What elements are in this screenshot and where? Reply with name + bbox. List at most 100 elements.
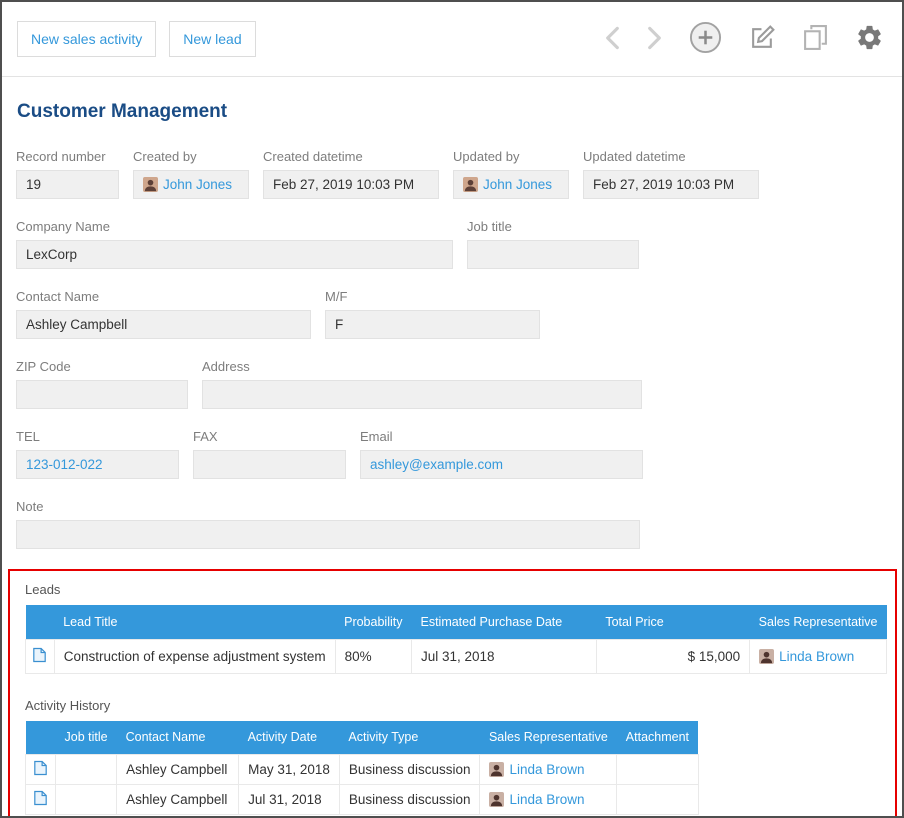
field-label: Created datetime: [263, 149, 439, 164]
leads-header-row: Lead Title Probability Estimated Purchas…: [26, 605, 887, 639]
field-label: Note: [16, 499, 640, 514]
lead-title-cell: Construction of expense adjustment syste…: [54, 639, 335, 673]
sales-rep-cell: Linda Brown: [480, 785, 617, 815]
field-row: Note: [16, 499, 888, 549]
copy-icon: [803, 24, 828, 54]
zip-code-value: [16, 380, 188, 409]
sales-rep-link[interactable]: Linda Brown: [509, 792, 584, 807]
column-header: Activity Type: [339, 721, 480, 755]
column-header: Lead Title: [54, 605, 335, 639]
field-contact-name: Contact Name Ashley Campbell: [16, 289, 311, 339]
record-document-icon[interactable]: [34, 764, 47, 779]
field-label: FAX: [193, 429, 346, 444]
page-title: Customer Management: [17, 101, 888, 123]
field-row: ZIP Code Address: [16, 359, 888, 409]
avatar: [489, 762, 504, 777]
job-title-value: [467, 240, 639, 269]
settings-button[interactable]: [855, 23, 884, 55]
activity-date-cell: Jul 31, 2018: [239, 785, 340, 815]
total-price-cell: $ 15,000: [596, 639, 749, 673]
add-record-button[interactable]: [689, 21, 722, 57]
purchase-date-cell: Jul 31, 2018: [411, 639, 596, 673]
created-by-link[interactable]: John Jones: [163, 177, 232, 192]
toolbar: New sales activity New lead: [2, 2, 902, 77]
table-row: Ashley Campbell May 31, 2018 Business di…: [26, 755, 699, 785]
record-detail: Customer Management Record number 19 Cre…: [2, 101, 902, 818]
probability-cell: 80%: [335, 639, 411, 673]
activity-type-cell: Business discussion: [339, 755, 480, 785]
column-header: Contact Name: [117, 721, 239, 755]
field-updated-datetime: Updated datetime Feb 27, 2019 10:03 PM: [583, 149, 759, 199]
toolbar-icon-group: [605, 21, 884, 57]
activity-history-table: Job title Contact Name Activity Date Act…: [25, 721, 699, 816]
activity-date-cell: May 31, 2018: [239, 755, 340, 785]
field-note: Note: [16, 499, 640, 549]
activity-type-cell: Business discussion: [339, 785, 480, 815]
new-sales-activity-button[interactable]: New sales activity: [17, 21, 156, 57]
field-address: Address: [202, 359, 642, 409]
record-document-icon[interactable]: [34, 794, 47, 809]
prev-record-button[interactable]: [605, 26, 620, 53]
updated-by-link[interactable]: John Jones: [483, 177, 552, 192]
contact-name-value: Ashley Campbell: [16, 310, 311, 339]
sales-rep-cell: Linda Brown: [750, 639, 887, 673]
sales-rep-link[interactable]: Linda Brown: [509, 762, 584, 777]
sales-rep-cell: Linda Brown: [480, 755, 617, 785]
avatar: [463, 177, 478, 192]
fax-value: [193, 450, 346, 479]
column-header: Estimated Purchase Date: [411, 605, 596, 639]
job-title-cell: [56, 755, 117, 785]
edit-record-button[interactable]: [749, 24, 776, 54]
created-datetime-value: Feb 27, 2019 10:03 PM: [263, 170, 439, 199]
tel-link[interactable]: 123-012-022: [26, 457, 103, 472]
field-label: Updated datetime: [583, 149, 759, 164]
activity-header-row: Job title Contact Name Activity Date Act…: [26, 721, 699, 755]
mf-value: F: [325, 310, 540, 339]
contact-name-cell: Ashley Campbell: [117, 785, 239, 815]
attachment-cell: [617, 755, 698, 785]
record-icon-header: [26, 721, 56, 755]
field-label: Contact Name: [16, 289, 311, 304]
table-row: Ashley Campbell Jul 31, 2018 Business di…: [26, 785, 699, 815]
field-row: TEL 123-012-022 FAX Email ashley@example…: [16, 429, 888, 479]
field-row: Company Name LexCorp Job title: [16, 219, 888, 269]
duplicate-record-button[interactable]: [803, 24, 828, 54]
attachment-cell: [617, 785, 698, 815]
column-header: Sales Representative: [750, 605, 887, 639]
leads-section-label: Leads: [25, 582, 887, 597]
field-updated-by: Updated by John Jones: [453, 149, 569, 199]
field-label: M/F: [325, 289, 540, 304]
field-row: Record number 19 Created by John Jones C…: [16, 149, 888, 199]
contact-name-cell: Ashley Campbell: [117, 755, 239, 785]
avatar: [489, 792, 504, 807]
field-created-datetime: Created datetime Feb 27, 2019 10:03 PM: [263, 149, 439, 199]
highlighted-section: Leads Lead Title Probability Estimated P…: [8, 569, 897, 818]
email-link[interactable]: ashley@example.com: [370, 457, 503, 472]
new-lead-button[interactable]: New lead: [169, 21, 255, 57]
column-header: Sales Representative: [480, 721, 617, 755]
edit-pencil-icon: [749, 24, 776, 54]
sales-rep-link[interactable]: Linda Brown: [779, 649, 854, 664]
job-title-cell: [56, 785, 117, 815]
field-mf: M/F F: [325, 289, 540, 339]
field-label: Address: [202, 359, 642, 374]
field-zip-code: ZIP Code: [16, 359, 188, 409]
record-icon-header: [26, 605, 55, 639]
next-record-button[interactable]: [647, 26, 662, 53]
activity-section-label: Activity History: [25, 698, 887, 713]
field-label: Company Name: [16, 219, 453, 234]
field-label: Created by: [133, 149, 249, 164]
field-label: Record number: [16, 149, 119, 164]
field-email: Email ashley@example.com: [360, 429, 643, 479]
chevron-right-icon: [647, 26, 662, 53]
field-created-by: Created by John Jones: [133, 149, 249, 199]
record-number-value: 19: [16, 170, 119, 199]
field-fax: FAX: [193, 429, 346, 479]
field-tel: TEL 123-012-022: [16, 429, 179, 479]
column-header: Attachment: [617, 721, 698, 755]
field-label: Email: [360, 429, 643, 444]
field-job-title: Job title: [467, 219, 639, 269]
field-company-name: Company Name LexCorp: [16, 219, 453, 269]
field-label: Job title: [467, 219, 639, 234]
record-document-icon[interactable]: [33, 651, 46, 666]
